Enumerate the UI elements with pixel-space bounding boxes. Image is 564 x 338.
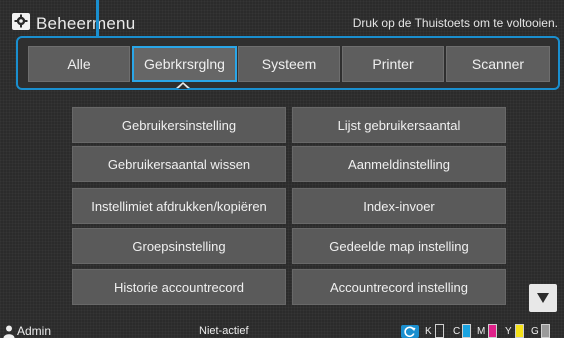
- tab-label: Gebrkrsrglng: [144, 56, 225, 72]
- menu-item-groepsinstelling[interactable]: Groepsinstelling: [72, 228, 286, 264]
- tab-label: Alle: [67, 56, 91, 72]
- tab-gebrkrsrglng[interactable]: Gebrkrsrglng: [132, 46, 237, 82]
- toner-label-c: C: [453, 326, 461, 337]
- user-icon: [3, 325, 15, 338]
- home-hint-text: Druk op de Thuistoets om te voltooien.: [352, 16, 558, 30]
- toner-label-m: M: [477, 326, 486, 337]
- admin-menu-screen: Beheermenu Druk op de Thuistoets om te v…: [0, 0, 564, 338]
- menu-item-gedeelde-map[interactable]: Gedeelde map instelling: [292, 228, 506, 264]
- page-title: Beheermenu: [36, 14, 136, 33]
- toner-label-k: K: [425, 326, 432, 337]
- tab-alle[interactable]: Alle: [28, 46, 130, 82]
- header: Beheermenu Druk op de Thuistoets om te v…: [0, 0, 564, 33]
- menu-item-accountrecord-instelling[interactable]: Accountrecord instelling: [292, 269, 506, 305]
- menu-item-gebruikersinstelling[interactable]: Gebruikersinstelling: [72, 107, 286, 143]
- scroll-down-button[interactable]: [529, 284, 557, 312]
- tab-label: Scanner: [471, 56, 525, 72]
- tab-systeem[interactable]: Systeem: [238, 46, 340, 82]
- menu-item-instellimiet[interactable]: Instellimiet afdrukken/kopiëren: [72, 188, 286, 224]
- category-tab-bar: Alle Gebrkrsrglng Systeem Printer Scanne…: [16, 36, 560, 90]
- refresh-icon[interactable]: [401, 325, 419, 338]
- menu-item-lijst-gebruikersaantal[interactable]: Lijst gebruikersaantal: [292, 107, 506, 143]
- user-name: Admin: [17, 324, 52, 338]
- toner-label-g: G: [531, 326, 539, 337]
- menu-item-gebruikersaantal-wissen[interactable]: Gebruikersaantal wissen: [72, 146, 286, 182]
- tab-printer[interactable]: Printer: [342, 46, 444, 82]
- menu-item-index-invoer[interactable]: Index-invoer: [292, 188, 506, 224]
- triangle-down-icon: [537, 293, 549, 303]
- tab-scanner[interactable]: Scanner: [446, 46, 550, 82]
- gear-icon: [12, 13, 30, 30]
- toner-level-m: [488, 324, 497, 338]
- machine-status: Niet-actief: [199, 325, 249, 337]
- callout-line: [96, 0, 99, 36]
- toner-level-y: [515, 324, 524, 338]
- toner-level-k: [435, 324, 444, 338]
- toner-level-c: [462, 324, 471, 338]
- menu-item-historie-accountrecord[interactable]: Historie accountrecord: [72, 269, 286, 305]
- toner-level-g: [541, 324, 550, 338]
- tab-label: Systeem: [261, 56, 317, 72]
- toner-label-y: Y: [505, 326, 512, 337]
- menu-item-aanmeldinstelling[interactable]: Aanmeldinstelling: [292, 146, 506, 182]
- tab-label: Printer: [372, 56, 414, 72]
